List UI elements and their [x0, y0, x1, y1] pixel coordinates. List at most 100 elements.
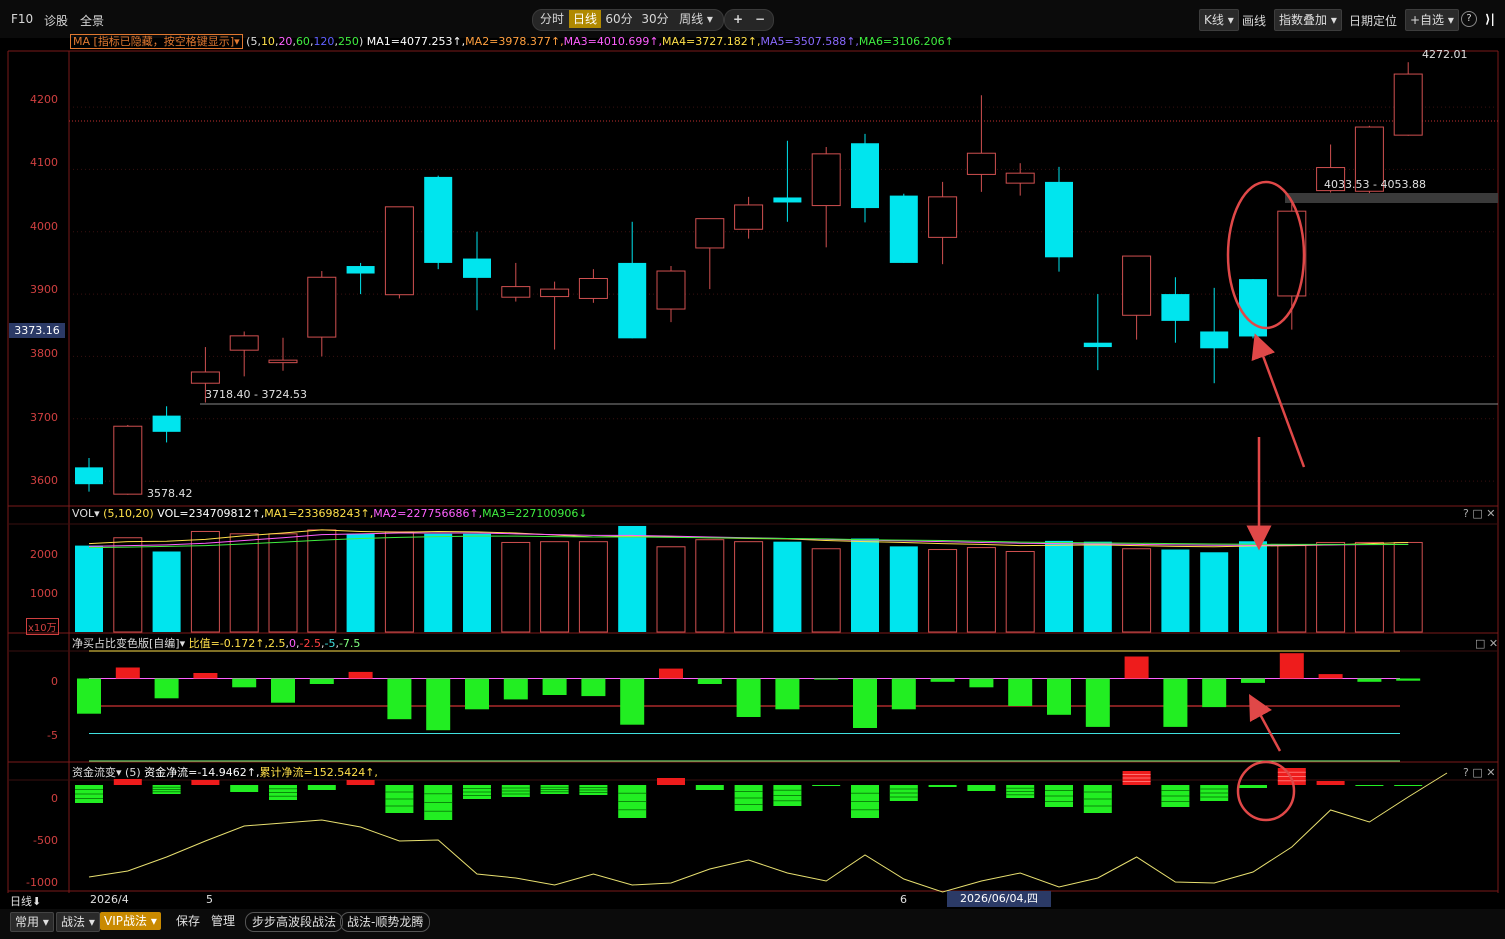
volume-bar-down: [1083, 541, 1112, 632]
fund-flow-dropdown[interactable]: 资金流变▾: [72, 766, 122, 779]
net-maximize-icon[interactable]: □: [1475, 637, 1485, 650]
flow-help-icon[interactable]: ?: [1463, 766, 1469, 779]
net-panel-controls: □ ✕: [1475, 637, 1498, 651]
net-ratio-bar: [271, 678, 295, 703]
ma-indicator-box[interactable]: MA [指标已隐藏，按空格键显示]▾: [70, 34, 243, 49]
volume-bar-up: [113, 537, 143, 633]
tab-save[interactable]: 保存: [176, 912, 200, 930]
volume-bar-up: [1122, 548, 1152, 633]
tab-daily[interactable]: 日线: [569, 10, 601, 28]
net-ratio-layer: [77, 650, 1421, 762]
volume-bar-up: [1393, 541, 1423, 633]
tab-intraday[interactable]: 分时: [536, 10, 568, 28]
net-ratio-bar: [620, 678, 645, 725]
net-close-icon[interactable]: ✕: [1489, 637, 1498, 650]
tab-vip-strategy[interactable]: VIP战法 ▾: [100, 912, 161, 930]
net-ratio-bar: [1241, 678, 1265, 683]
candle-body-down: [889, 195, 918, 263]
add-watchlist-button[interactable]: +自选 ▾: [1405, 9, 1459, 31]
volume-bar-up: [190, 530, 220, 633]
flow-close-icon[interactable]: ✕: [1486, 766, 1495, 779]
exit-icon[interactable]: ⟩|: [1485, 12, 1495, 26]
candle-body-up: [966, 152, 996, 175]
tab-weekly[interactable]: 周线 ▾: [674, 10, 718, 28]
help-icon[interactable]: ?: [1461, 11, 1477, 27]
volume-bar-down: [889, 546, 918, 632]
candle-body-down: [1045, 181, 1073, 258]
candle-body-down: [346, 266, 375, 274]
volume-bar-up: [578, 541, 608, 633]
tab-manage[interactable]: 管理: [211, 912, 235, 930]
f10-button[interactable]: F10: [11, 12, 33, 26]
fund-flow-bar: [967, 785, 996, 791]
price-tick-4000: 4000: [30, 220, 58, 233]
date-locate-button[interactable]: 日期定位: [1349, 12, 1397, 29]
period-axis-label[interactable]: 日线⬇: [10, 893, 41, 909]
net-ratio-bar: [775, 678, 800, 710]
vol-help-icon[interactable]: ?: [1463, 507, 1469, 520]
zoom-out-button[interactable]: −: [752, 10, 768, 28]
price-tick-3600: 3600: [30, 474, 58, 487]
panorama-button[interactable]: 全景: [80, 12, 104, 29]
chart-type-dropdown[interactable]: K线 ▾: [1199, 9, 1239, 31]
volume-bar-up: [501, 541, 531, 633]
flow-tick-minus500: -500: [33, 834, 58, 847]
candle-body-up: [578, 278, 608, 299]
vol-tick-1000: 1000: [30, 587, 58, 600]
fund-flow-bar: [695, 785, 724, 790]
volume-bar-up: [268, 533, 298, 633]
net-ratio-dropdown[interactable]: 净买占比变色版[自编]▾: [72, 637, 185, 650]
volume-bar-down: [1239, 541, 1267, 632]
net-ratio-bar: [1279, 653, 1304, 679]
fund-flow-bar: [812, 785, 841, 786]
volume-bar-down: [463, 533, 491, 632]
vol-maximize-icon[interactable]: □: [1472, 507, 1482, 520]
candle-body-up: [734, 204, 764, 230]
volume-bar-up: [734, 541, 764, 633]
index-overlay-dropdown[interactable]: 指数叠加 ▾: [1274, 9, 1342, 31]
candle-body-down: [424, 176, 453, 263]
net-ratio-bar: [1202, 678, 1227, 708]
price-tick-4200: 4200: [30, 93, 58, 106]
net-ratio-bar: [115, 667, 140, 679]
net-ratio-bar: [1318, 674, 1343, 679]
net-ratio-bar: [697, 678, 722, 684]
zoom-in-button[interactable]: +: [730, 10, 746, 28]
tab-strategy[interactable]: 战法 ▾: [56, 912, 100, 932]
tab-60min[interactable]: 60分: [602, 10, 636, 28]
fund-flow-bar: [928, 785, 957, 787]
volume-layer: [75, 525, 1423, 633]
tab-common[interactable]: 常用 ▾: [10, 912, 54, 932]
price-tick-3800: 3800: [30, 347, 58, 360]
candle-body-down: [618, 262, 647, 339]
price-tick-4100: 4100: [30, 156, 58, 169]
net-tick-0: 0: [51, 675, 58, 688]
vol-tick-2000: 2000: [30, 548, 58, 561]
net-ratio-bar: [1163, 678, 1188, 727]
diagnose-button[interactable]: 诊股: [44, 12, 68, 29]
volume-bar-up: [1316, 541, 1346, 633]
volume-bar-up: [1277, 545, 1307, 633]
vol-indicator-dropdown[interactable]: VOL▾: [72, 507, 100, 520]
volume-bar-up: [540, 541, 570, 633]
tab-stepwise-band[interactable]: 步步高波段战法: [245, 912, 344, 932]
fund-flow-bar: [191, 780, 220, 785]
tab-30min[interactable]: 30分: [638, 10, 672, 28]
fund-flow-bar: [346, 780, 375, 785]
candle-body-up: [1005, 172, 1035, 184]
tab-trend-dragon[interactable]: 战法-顺势龙腾: [340, 912, 431, 932]
range-label-high: 4033.53 - 4053.88: [1324, 178, 1426, 191]
flow-maximize-icon[interactable]: □: [1472, 766, 1482, 779]
candle-body-up: [811, 153, 841, 207]
low-price-label: 3578.42: [147, 487, 193, 500]
date-tick-apr: 2026/4: [90, 893, 129, 906]
flow-tick-0: 0: [51, 792, 58, 805]
arrow-to-netratio: [1249, 694, 1282, 752]
vol-close-icon[interactable]: ✕: [1486, 507, 1495, 520]
draw-line-button[interactable]: 画线: [1242, 12, 1266, 29]
net-ratio-bar: [581, 678, 606, 697]
volume-bar-up: [1005, 550, 1035, 633]
net-ratio-bar: [659, 668, 683, 679]
candle-body-up: [928, 196, 958, 238]
net-ratio-bar: [736, 678, 761, 717]
